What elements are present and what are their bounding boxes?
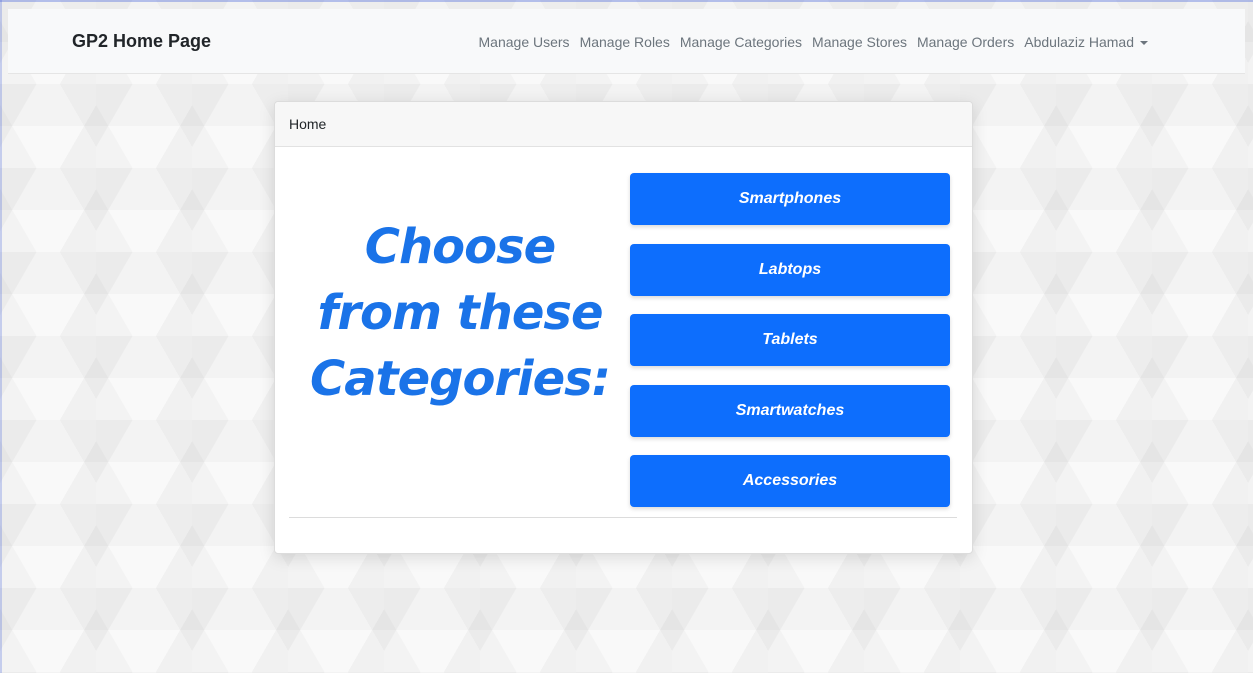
nav-manage-stores[interactable]: Manage Stores: [812, 34, 907, 50]
card-header: Home: [275, 102, 972, 147]
card-divider: [289, 517, 957, 518]
nav-manage-categories[interactable]: Manage Categories: [680, 34, 802, 50]
nav-manage-roles[interactable]: Manage Roles: [580, 34, 670, 50]
user-name: Abdulaziz Hamad: [1024, 34, 1134, 50]
navbar: GP2 Home Page Manage Users Manage Roles …: [8, 9, 1245, 74]
headline-line-3: Categories:: [310, 351, 611, 407]
nav-links: Manage Users Manage Roles Manage Categor…: [479, 34, 1148, 50]
category-headline: Choose from these Categories:: [295, 214, 625, 412]
headline-line-1: Choose: [364, 219, 556, 275]
headline-line-2: from these: [317, 285, 603, 341]
category-button-smartphones[interactable]: Smartphones: [630, 173, 950, 225]
caret-down-icon: [1140, 41, 1148, 45]
brand-link[interactable]: GP2 Home Page: [72, 31, 211, 52]
category-button-tablets[interactable]: Tablets: [630, 314, 950, 366]
home-card: Home Choose from these Categories: Smart…: [274, 101, 973, 554]
window-frame-left: [0, 0, 2, 673]
category-button-smartwatches[interactable]: Smartwatches: [630, 385, 950, 437]
nav-manage-users[interactable]: Manage Users: [479, 34, 570, 50]
window-frame-top: [0, 0, 1253, 2]
category-button-labtops[interactable]: Labtops: [630, 244, 950, 296]
user-dropdown[interactable]: Abdulaziz Hamad: [1024, 34, 1148, 50]
category-button-accessories[interactable]: Accessories: [630, 455, 950, 507]
nav-manage-orders[interactable]: Manage Orders: [917, 34, 1014, 50]
